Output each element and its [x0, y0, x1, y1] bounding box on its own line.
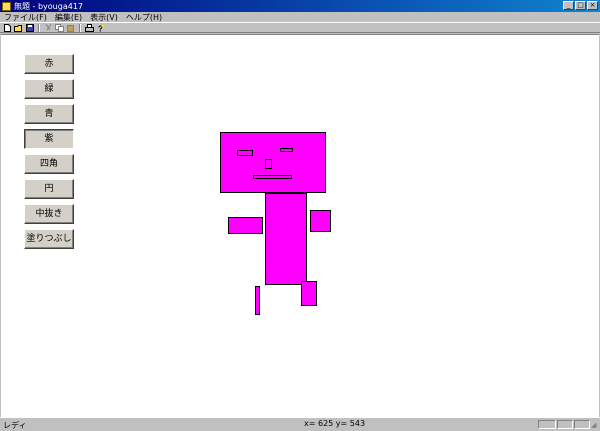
toolbar: ? [0, 22, 600, 33]
help-icon[interactable]: ? [96, 24, 105, 32]
robot-right-arm [310, 210, 331, 232]
robot-right-eye [280, 148, 293, 152]
menu-help[interactable]: ヘルプ(H) [122, 12, 166, 23]
title-bar: 無題 - byouga417 _ □ × [0, 0, 600, 12]
paste-icon[interactable] [66, 24, 75, 32]
toolbar-separator [79, 23, 81, 32]
purple-button[interactable]: 紫 [24, 129, 74, 149]
status-panel [557, 420, 573, 429]
status-panel [574, 420, 590, 429]
status-panel [538, 420, 556, 429]
menu-edit[interactable]: 編集(E) [51, 12, 86, 23]
robot-left-arm [228, 217, 263, 234]
window-controls: _ □ × [563, 1, 598, 10]
open-folder-icon[interactable] [14, 24, 23, 32]
drawing-canvas[interactable]: 赤 緑 青 紫 四角 円 中抜き 塗りつぶし x= 625 y= 543 [1, 34, 599, 428]
maximize-button[interactable]: □ [575, 1, 586, 10]
robot-right-leg [301, 281, 317, 306]
robot-mouth [253, 175, 292, 179]
outline-button[interactable]: 中抜き [24, 204, 74, 224]
resize-grip[interactable]: ◢ [591, 421, 599, 429]
cut-icon[interactable] [44, 23, 53, 32]
toolbar-separator [38, 23, 40, 32]
menu-view[interactable]: 表示(V) [86, 12, 122, 23]
red-button[interactable]: 赤 [24, 54, 74, 74]
status-bar: レディ ◢ [0, 417, 600, 430]
copy-icon[interactable] [55, 23, 64, 32]
robot-left-leg [255, 286, 260, 315]
robot-left-eye [237, 150, 253, 156]
save-icon[interactable] [25, 23, 34, 32]
blue-button[interactable]: 青 [24, 104, 74, 124]
status-text: レディ [3, 421, 27, 430]
green-button[interactable]: 緑 [24, 79, 74, 99]
close-button[interactable]: × [587, 1, 598, 10]
robot-head [220, 132, 326, 193]
minimize-button[interactable]: _ [563, 1, 574, 10]
app-icon [2, 1, 11, 11]
menu-file[interactable]: ファイル(F) [0, 12, 51, 23]
print-icon[interactable] [85, 23, 94, 32]
new-file-icon[interactable] [3, 23, 12, 32]
window-title: 無題 - byouga417 [14, 1, 83, 11]
menu-bar: ファイル(F) 編集(E) 表示(V) ヘルプ(H) [0, 12, 600, 22]
robot-body [265, 193, 307, 285]
circle-button[interactable]: 円 [24, 179, 74, 199]
fill-button[interactable]: 塗りつぶし [24, 229, 74, 249]
robot-nose [265, 159, 272, 169]
rectangle-button[interactable]: 四角 [24, 154, 74, 174]
